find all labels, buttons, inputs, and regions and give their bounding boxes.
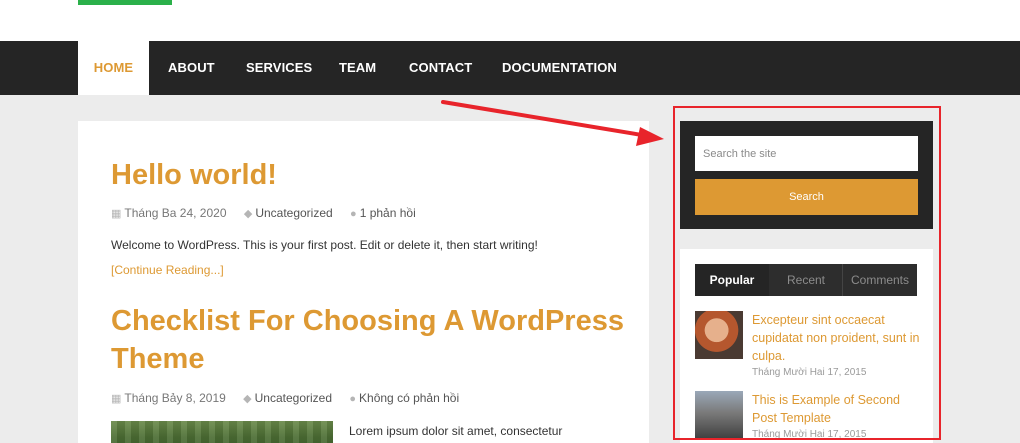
post-date: ▦ Tháng Bảy 8, 2019 [111,391,226,405]
nav-item-home[interactable]: HOME [78,41,149,95]
calendar-icon: ▦ [111,393,122,405]
popular-post-title[interactable]: Excepteur sint occaecat cupidatat non pr… [752,311,922,365]
nav-item-documentation[interactable]: DOCUMENTATION [502,41,617,95]
post-title-continued[interactable]: Theme [111,340,204,378]
nav-item-team[interactable]: TEAM [339,41,376,95]
nav-item-contact[interactable]: CONTACT [409,41,472,95]
tabbed-posts-widget: Popular Recent Comments Excepteur sint o… [680,249,933,443]
post-category[interactable]: ◆ Uncategorized [244,206,333,220]
popular-post-item: This is Example of Second Post Template … [695,391,925,443]
main-navigation: HOME ABOUT SERVICES TEAM CONTACT DOCUMEN… [0,41,1020,95]
search-widget: Search [680,121,933,229]
post-title[interactable]: Hello world! [111,156,277,194]
post-date: ▦ Tháng Ba 24, 2020 [111,206,227,220]
comment-icon: ● [350,208,357,220]
tag-icon: ◆ [243,208,253,220]
post-category[interactable]: ◆ Uncategorized [243,391,332,405]
tab-recent[interactable]: Recent [769,264,843,296]
nav-item-services[interactable]: SERVICES [246,41,312,95]
post-thumbnail[interactable] [695,391,743,439]
search-button[interactable]: Search [695,179,918,215]
post-meta: ▦ Tháng Ba 24, 2020 ◆ Uncategorized ● 1 phả… [111,206,430,220]
post-thumbnail[interactable] [111,421,333,443]
header-area [0,0,1020,41]
post-meta: ▦ Tháng Bảy 8, 2019 ◆ Uncategorized ● Không… [111,391,473,405]
post-comments[interactable]: ● Không có phản hồi [349,391,459,405]
site-logo[interactable] [78,0,172,5]
popular-post-title[interactable]: This is Example of Second Post Template [752,391,922,427]
widget-tabs: Popular Recent Comments [695,264,917,296]
post-excerpt: Welcome to WordPress. This is your first… [111,238,538,252]
calendar-icon: ▦ [111,208,122,220]
search-input[interactable] [695,136,918,171]
post-list: Hello world! ▦ Tháng Ba 24, 2020 ◆ Uncateg… [78,121,649,443]
comment-icon: ● [349,393,357,405]
post-excerpt: Lorem ipsum dolor sit amet, consectetur [349,424,563,438]
popular-post-date: Tháng Mười Hai 17, 2015 [752,429,867,440]
tag-icon: ◆ [243,393,252,405]
continue-reading-link[interactable]: [Continue Reading...] [111,263,224,277]
post-comments[interactable]: ● 1 phản hồi [350,206,416,220]
popular-post-date: Tháng Mười Hai 17, 2015 [752,367,867,378]
tab-comments[interactable]: Comments [843,264,917,296]
post-title[interactable]: Checklist For Choosing A WordPress [111,302,624,340]
post-thumbnail[interactable] [695,311,743,359]
tab-popular[interactable]: Popular [695,264,769,296]
popular-post-item: Excepteur sint occaecat cupidatat non pr… [695,311,925,383]
nav-item-about[interactable]: ABOUT [168,41,215,95]
